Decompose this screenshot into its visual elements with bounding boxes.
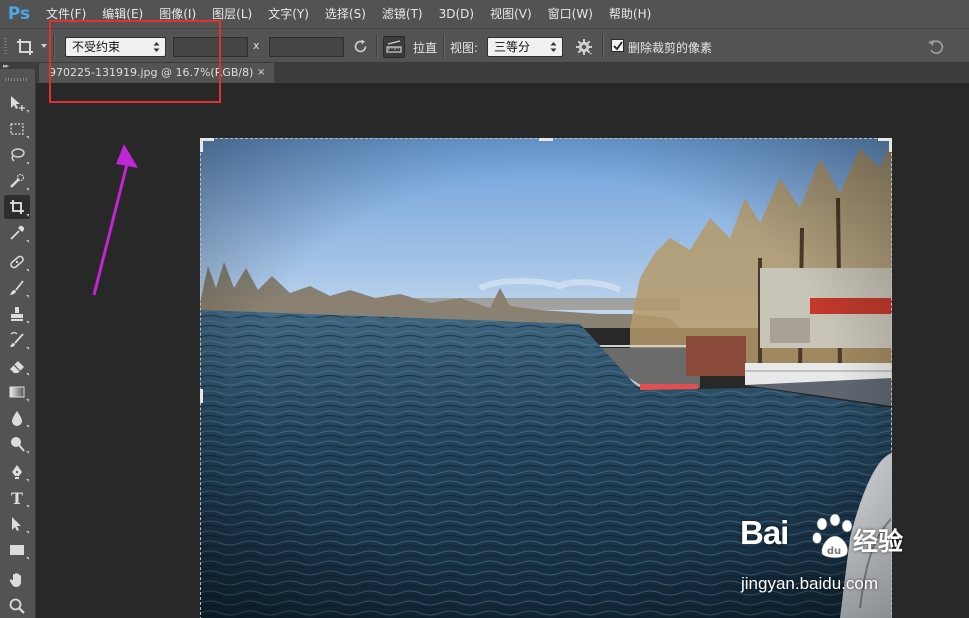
swap-dimensions-icon[interactable]	[352, 38, 369, 55]
gradient-icon	[9, 386, 25, 398]
marquee-icon	[10, 123, 24, 135]
crop-handle-left[interactable]	[200, 389, 203, 403]
pen-icon	[12, 465, 22, 479]
spot-healing-tool[interactable]	[4, 250, 30, 274]
menu-window[interactable]: 窗口(W)	[540, 0, 601, 28]
history-brush-icon	[10, 332, 24, 347]
view-overlay-value: 三等分	[494, 40, 531, 54]
checkmark-icon	[613, 41, 623, 51]
svg-text:du: du	[827, 546, 841, 557]
hand-icon	[9, 573, 21, 587]
tools-panel: ▸▸ T	[0, 62, 36, 618]
move-tool[interactable]	[4, 91, 30, 115]
menu-3d[interactable]: 3D(D)	[431, 0, 482, 28]
brush-tool[interactable]	[4, 276, 30, 300]
options-bar-grip[interactable]	[4, 38, 7, 54]
photoshop-logo: Ps	[7, 4, 31, 24]
straighten-icon	[386, 40, 402, 53]
lasso-icon	[11, 148, 25, 162]
crop-handle-top-right[interactable]	[889, 138, 892, 152]
tools-panel-grip[interactable]	[5, 78, 27, 81]
view-overlay-select[interactable]: 三等分	[487, 37, 563, 57]
menu-help[interactable]: 帮助(H)	[601, 0, 659, 28]
pen-tool[interactable]	[4, 460, 30, 484]
move-icon	[11, 96, 25, 111]
options-separator	[443, 35, 444, 58]
bandage-icon	[10, 255, 24, 269]
menu-filter[interactable]: 滤镜(T)	[374, 0, 431, 28]
clone-stamp-tool[interactable]	[4, 302, 30, 326]
options-separator	[376, 35, 377, 58]
straighten-label: 拉直	[413, 41, 438, 55]
collapse-icon[interactable]: ▸▸	[3, 62, 9, 70]
delete-cropped-checkbox[interactable]	[611, 39, 624, 52]
lasso-tool[interactable]	[4, 143, 30, 167]
history-brush-tool[interactable]	[4, 328, 30, 352]
reset-crop-icon[interactable]	[926, 37, 948, 57]
watermark-url: jingyan.baidu.com	[741, 574, 879, 593]
crop-tool-icon	[10, 200, 24, 214]
view-overlay-label: 视图:	[450, 41, 479, 55]
eyedropper-icon	[10, 225, 25, 240]
type-tool[interactable]: T	[4, 486, 30, 510]
baidu-watermark: Bai du 经验 jingyan.baidu.com	[740, 514, 930, 594]
watermark-brand: Bai	[740, 514, 789, 551]
crop-handle-top-left[interactable]	[200, 138, 203, 152]
tools-panel-header[interactable]: ▸▸	[0, 62, 36, 70]
marquee-tool[interactable]	[4, 117, 30, 141]
magnifier-icon	[9, 598, 25, 614]
type-icon: T	[11, 488, 23, 508]
zoom-tool[interactable]	[4, 594, 30, 618]
quick-selection-tool[interactable]	[4, 169, 30, 193]
stamp-icon	[11, 307, 23, 321]
brush-icon	[10, 280, 24, 295]
dodge-tool[interactable]	[4, 432, 30, 456]
dodge-icon	[11, 437, 25, 452]
drop-icon	[12, 411, 22, 426]
watermark-suffix: 经验	[853, 527, 904, 556]
crop-height-field[interactable]	[269, 37, 344, 57]
path-selection-tool[interactable]	[4, 512, 30, 536]
rectangle-tool[interactable]	[4, 538, 30, 562]
delete-cropped-label: 删除裁剪的像素	[628, 41, 713, 55]
baidu-paw-icon: du	[812, 514, 853, 559]
blur-tool[interactable]	[4, 406, 30, 430]
eraser-tool[interactable]	[4, 354, 30, 378]
eraser-icon	[10, 361, 24, 373]
dimension-separator: x	[253, 39, 260, 52]
annotation-highlight-box	[49, 20, 221, 103]
path-selection-icon	[12, 517, 21, 531]
options-separator	[602, 35, 603, 58]
gear-icon[interactable]	[575, 38, 593, 56]
hand-tool[interactable]	[4, 568, 30, 592]
tool-preset-caret-icon[interactable]	[41, 44, 47, 48]
quick-selection-icon	[10, 173, 25, 188]
gradient-tool[interactable]	[4, 380, 30, 404]
tab-close-icon[interactable]: ×	[257, 63, 265, 83]
annotation-arrow-icon	[92, 144, 138, 296]
crop-icon[interactable]	[14, 36, 36, 58]
menu-type[interactable]: 文字(Y)	[260, 0, 317, 28]
select-updown-icon	[550, 42, 557, 52]
crop-tool[interactable]	[4, 195, 30, 219]
menu-view[interactable]: 视图(V)	[482, 0, 540, 28]
straighten-button[interactable]	[383, 36, 405, 58]
rectangle-icon	[10, 545, 24, 555]
eyedropper-tool[interactable]	[4, 221, 30, 245]
crop-handle-top[interactable]	[539, 138, 553, 141]
menu-select[interactable]: 选择(S)	[317, 0, 374, 28]
